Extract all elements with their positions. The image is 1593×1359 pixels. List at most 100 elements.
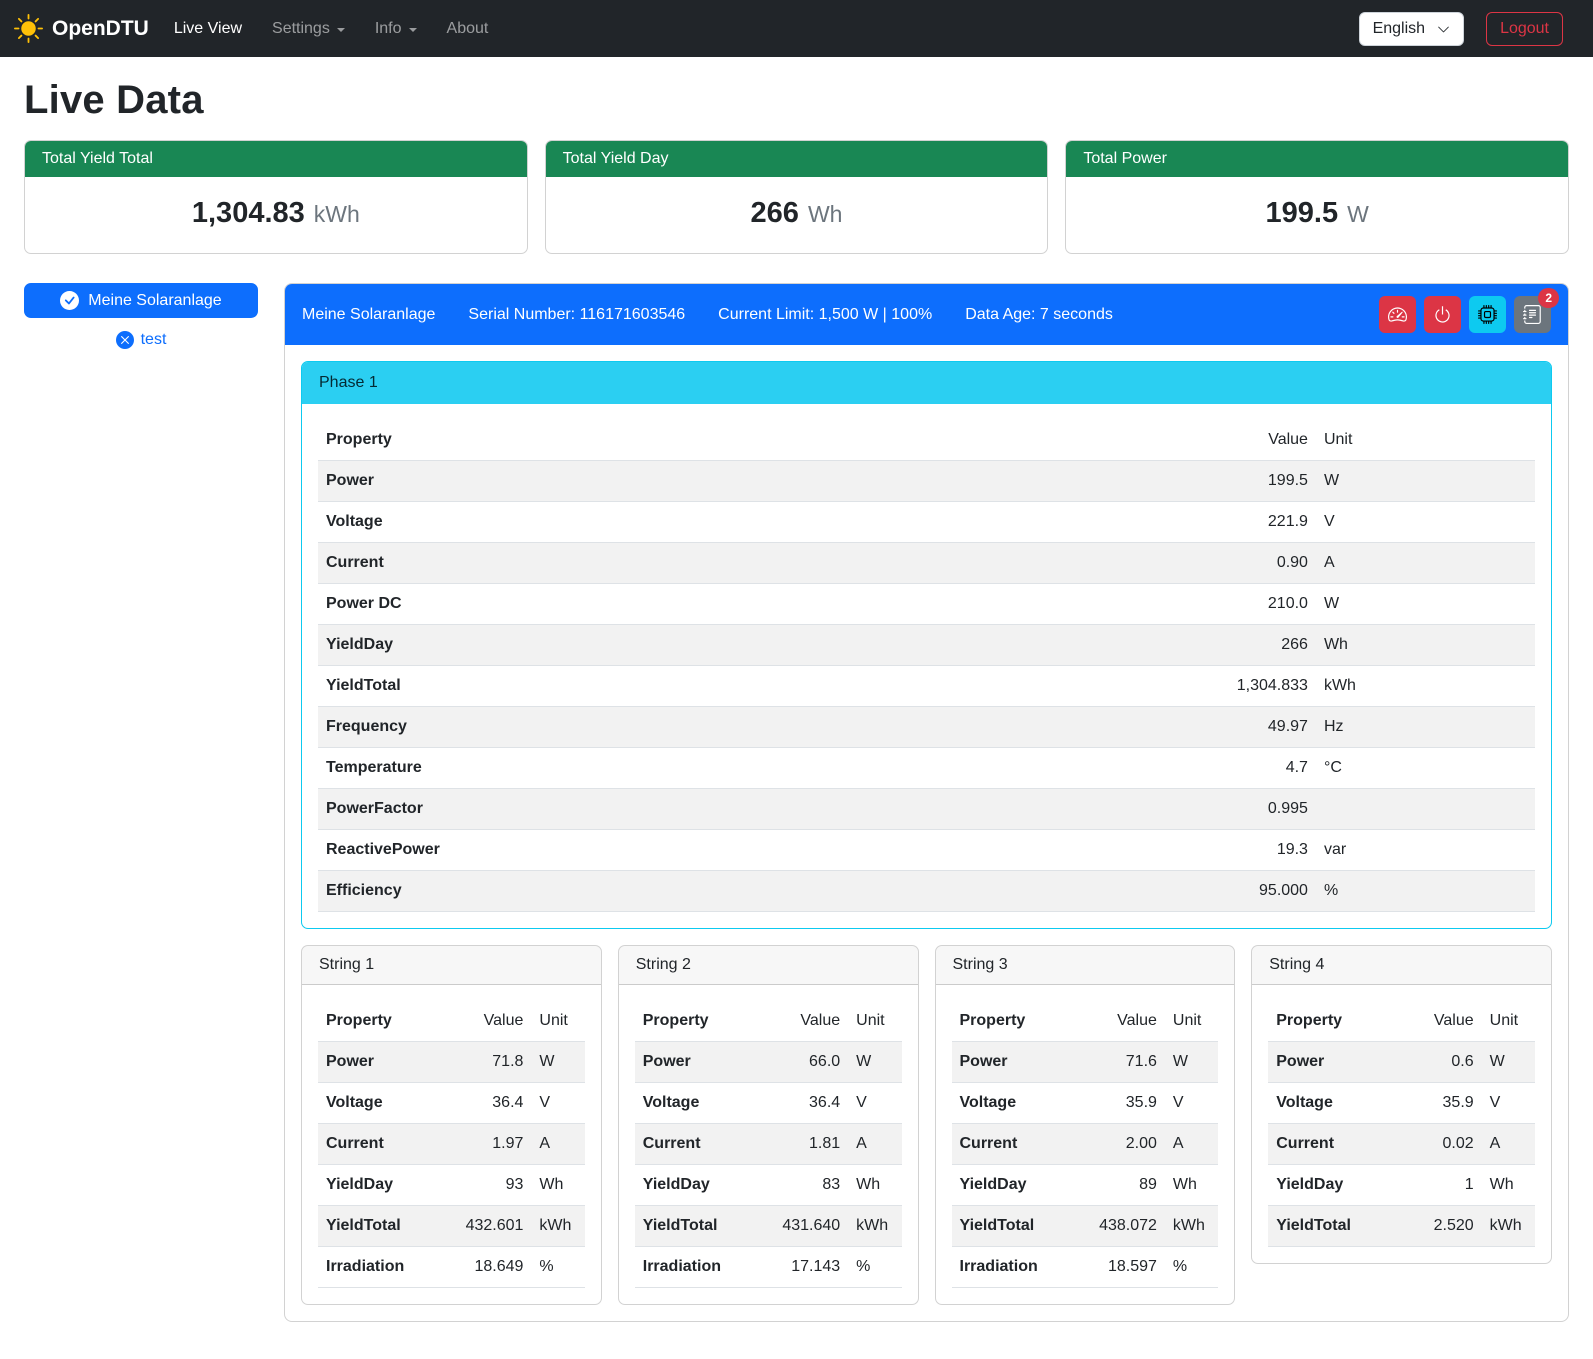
- logout-button[interactable]: Logout: [1486, 12, 1563, 46]
- brand[interactable]: OpenDTU: [14, 14, 149, 43]
- table-row: Current1.81A: [635, 1124, 902, 1165]
- phase-card-body: PropertyValueUnit Power199.5WVoltage221.…: [302, 404, 1551, 928]
- column-header: Value: [1077, 1001, 1165, 1042]
- value-cell: 432.601: [443, 1206, 531, 1247]
- value-cell: 0.6: [1394, 1042, 1482, 1083]
- table-row: Power DC210.0W: [318, 584, 1535, 625]
- table-row: Power0.6W: [1268, 1042, 1535, 1083]
- inverter-sidebar: Meine Solaranlage test: [24, 283, 258, 349]
- string-table: PropertyValueUnitPower66.0WVoltage36.4VC…: [635, 1001, 902, 1288]
- string-table-head: PropertyValueUnit: [318, 1001, 585, 1042]
- summary-unit: kWh: [314, 201, 360, 228]
- nav-item-label: Info: [375, 20, 402, 38]
- chevron-down-icon: [337, 28, 345, 32]
- table-row: Temperature4.7°C: [318, 748, 1535, 789]
- table-row: Power71.6W: [952, 1042, 1219, 1083]
- property-cell: Current: [952, 1124, 1077, 1165]
- unit-cell: W: [1316, 461, 1535, 502]
- inverter-link-label: test: [141, 331, 167, 349]
- language-select[interactable]: English: [1359, 12, 1464, 46]
- device-info-button[interactable]: [1469, 296, 1506, 333]
- brand-label: OpenDTU: [52, 17, 149, 41]
- table-row: Current1.97A: [318, 1124, 585, 1165]
- table-header-row: PropertyValueUnit: [952, 1001, 1219, 1042]
- inverter-select-test[interactable]: test: [24, 331, 258, 349]
- property-cell: YieldTotal: [318, 1206, 443, 1247]
- column-header: Property: [318, 420, 1158, 461]
- summary-card-body: 1,304.83 kWh: [25, 177, 527, 253]
- nav-item-settings[interactable]: Settings: [257, 12, 360, 46]
- unit-cell: A: [1482, 1124, 1535, 1165]
- value-cell: 66.0: [760, 1042, 848, 1083]
- value-cell: 0.90: [1158, 543, 1316, 584]
- value-cell: 1.81: [760, 1124, 848, 1165]
- string-card: String 3PropertyValueUnitPower71.6WVolta…: [935, 945, 1236, 1305]
- unit-cell: kWh: [531, 1206, 584, 1247]
- inverter-panel-body: Phase 1 PropertyValueUnit Power199.5WVol…: [285, 345, 1568, 1321]
- string-card: String 2 PropertyValueUnitPower66.0W Volta…: [618, 945, 919, 1305]
- limit-settings-button[interactable]: [1379, 296, 1416, 333]
- value-cell: 210.0: [1158, 584, 1316, 625]
- string-card-title: String 1: [302, 946, 601, 985]
- string-card-title: String 4: [1252, 946, 1551, 985]
- value-cell: 266: [1158, 625, 1316, 666]
- property-cell: YieldTotal: [318, 666, 1158, 707]
- table-row: Voltage221.9V: [318, 502, 1535, 543]
- unit-cell: Wh: [531, 1165, 584, 1206]
- chevron-down-icon: [409, 28, 417, 32]
- summary-card-title: Total Yield Total: [25, 141, 527, 177]
- inverter-panel-header: Meine Solaranlage Serial Number: 1161716…: [285, 284, 1568, 345]
- value-cell: 221.9: [1158, 502, 1316, 543]
- value-cell: 35.9: [1394, 1083, 1482, 1124]
- unit-cell: %: [1165, 1247, 1218, 1288]
- property-cell: YieldDay: [318, 1165, 443, 1206]
- summary-cards: Total Yield Total 1,304.83 kWh Total Yie…: [24, 140, 1569, 254]
- unit-cell: V: [1316, 502, 1535, 543]
- check-circle-icon: [60, 291, 79, 310]
- inverter-select-meine-solaranlage[interactable]: Meine Solaranlage: [24, 283, 258, 318]
- value-cell: 36.4: [443, 1083, 531, 1124]
- unit-cell: W: [1316, 584, 1535, 625]
- value-cell: 19.3: [1158, 830, 1316, 871]
- string-table-head: PropertyValueUnit: [1268, 1001, 1535, 1042]
- property-cell: YieldDay: [1268, 1165, 1393, 1206]
- data-age: Data Age: 7 seconds: [965, 306, 1113, 324]
- inverter-panel: Meine Solaranlage Serial Number: 1161716…: [284, 283, 1569, 1322]
- unit-cell: V: [531, 1083, 584, 1124]
- unit-cell: kWh: [1482, 1206, 1535, 1247]
- string-card-title: String 2: [619, 946, 918, 985]
- nav-item-about[interactable]: About: [432, 12, 504, 46]
- speedometer-icon: [1388, 305, 1407, 324]
- summary-card-yield-total: Total Yield Total 1,304.83 kWh: [24, 140, 528, 254]
- property-cell: ReactivePower: [318, 830, 1158, 871]
- unit-cell: W: [848, 1042, 901, 1083]
- current-limit: Current Limit: 1,500 W | 100%: [718, 306, 932, 324]
- column-header: Value: [1394, 1001, 1482, 1042]
- serial-number: Serial Number: 116171603546: [468, 306, 685, 324]
- value-cell: 83: [760, 1165, 848, 1206]
- table-header-row: PropertyValueUnit: [318, 420, 1535, 461]
- sun-icon: [14, 14, 43, 43]
- nav-links: Live View Settings Info About: [159, 12, 504, 46]
- table-row: YieldTotal2.520kWh: [1268, 1206, 1535, 1247]
- string-table-head: PropertyValueUnit: [635, 1001, 902, 1042]
- string-card-body: PropertyValueUnitPower0.6WVoltage35.9VCu…: [1252, 985, 1551, 1263]
- power-switch-button[interactable]: [1424, 296, 1461, 333]
- summary-unit: W: [1347, 201, 1369, 228]
- unit-cell: var: [1316, 830, 1535, 871]
- property-cell: YieldTotal: [1268, 1206, 1393, 1247]
- table-row: YieldTotal431.640kWh: [635, 1206, 902, 1247]
- unit-cell: kWh: [848, 1206, 901, 1247]
- table-row: Irradiation18.597%: [952, 1247, 1219, 1288]
- nav-item-live-view[interactable]: Live View: [159, 12, 257, 46]
- column-header: Property: [1268, 1001, 1393, 1042]
- unit-cell: [1316, 789, 1535, 830]
- property-cell: Irradiation: [952, 1247, 1077, 1288]
- string-table: PropertyValueUnitPower71.6WVoltage35.9VC…: [952, 1001, 1219, 1288]
- nav-item-info[interactable]: Info: [360, 12, 432, 46]
- event-log-button[interactable]: 2: [1514, 296, 1551, 333]
- value-cell: 0.02: [1394, 1124, 1482, 1165]
- table-header-row: PropertyValueUnit: [1268, 1001, 1535, 1042]
- property-cell: Voltage: [635, 1083, 760, 1124]
- property-cell: Power: [635, 1042, 760, 1083]
